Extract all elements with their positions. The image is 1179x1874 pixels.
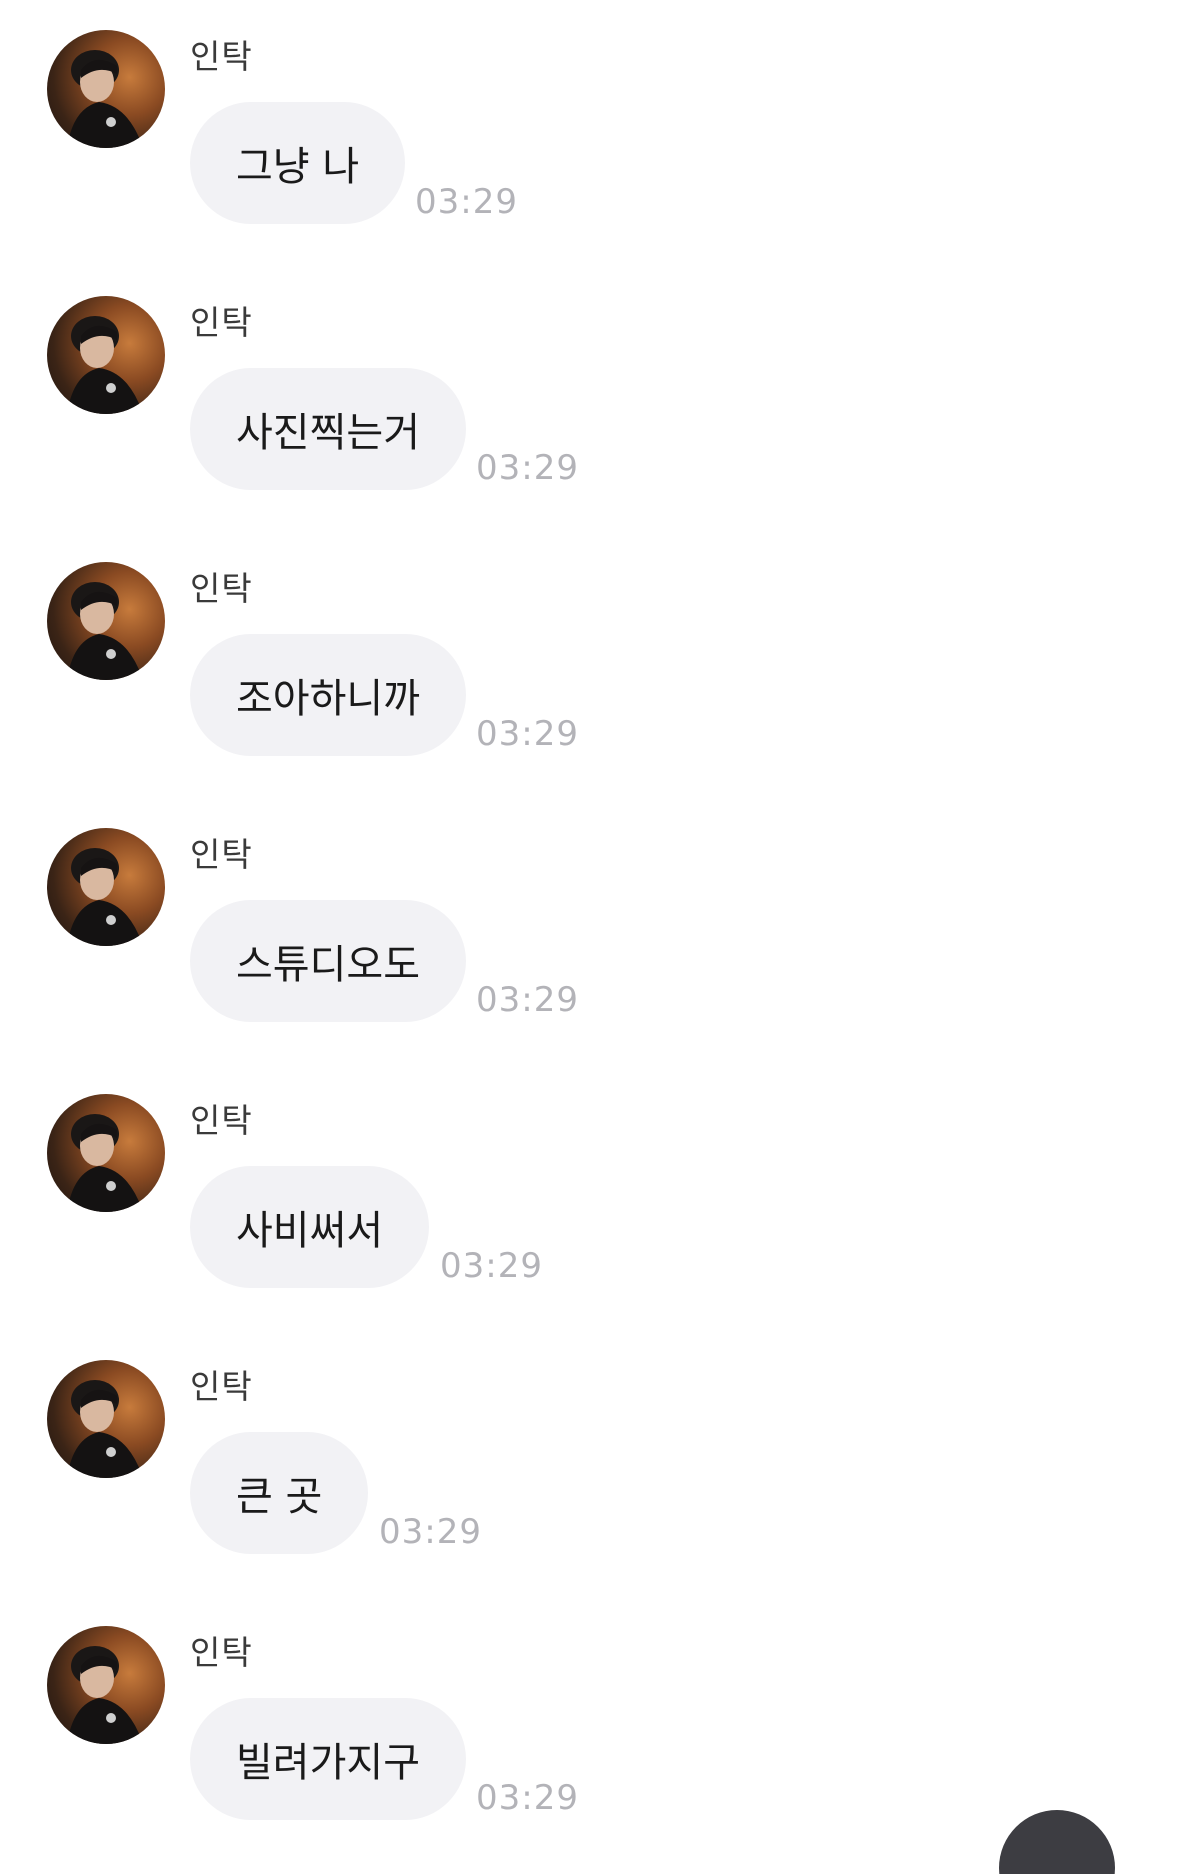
message-time: 03:29 <box>379 1512 482 1552</box>
sender-name: 인탁 <box>190 1633 253 1672</box>
message-time: 03:29 <box>476 714 579 754</box>
avatar[interactable] <box>47 1360 165 1478</box>
message-row: 인탁 사진찍는거 03:29 <box>0 296 1179 506</box>
message-row: 인탁 큰 곳 03:29 <box>0 1360 1179 1570</box>
sender-name: 인탁 <box>190 569 253 608</box>
avatar[interactable] <box>47 562 165 680</box>
message-bubble[interactable]: 조아하니까 <box>190 634 466 756</box>
sender-name: 인탁 <box>190 1367 253 1406</box>
message-bubble[interactable]: 큰 곳 <box>190 1432 369 1554</box>
avatar[interactable] <box>47 828 165 946</box>
message-bubble[interactable]: 빌려가지구 <box>190 1698 466 1820</box>
chat-thread: 인탁 그냥 나 03:29 인탁 사진찍는거 03:29 인탁 조아하니까 03… <box>0 0 1179 1874</box>
message-row: 인탁 사비써서 03:29 <box>0 1094 1179 1304</box>
message-row: 인탁 그냥 나 03:29 <box>0 30 1179 240</box>
sender-name: 인탁 <box>190 303 253 342</box>
avatar[interactable] <box>47 1094 165 1212</box>
message-time: 03:29 <box>440 1246 543 1286</box>
sender-name: 인탁 <box>190 37 253 76</box>
message-row: 인탁 빌려가지구 03:29 <box>0 1626 1179 1836</box>
sender-name: 인탁 <box>190 835 253 874</box>
avatar[interactable] <box>47 296 165 414</box>
message-time: 03:29 <box>476 1778 579 1818</box>
message-time: 03:29 <box>415 182 518 222</box>
message-bubble[interactable]: 그냥 나 <box>190 102 406 224</box>
avatar[interactable] <box>47 30 165 148</box>
sender-name: 인탁 <box>190 1101 253 1140</box>
message-bubble[interactable]: 사진찍는거 <box>190 368 466 490</box>
message-row: 인탁 조아하니까 03:29 <box>0 562 1179 772</box>
message-bubble[interactable]: 사비써서 <box>190 1166 430 1288</box>
message-row: 인탁 스튜디오도 03:29 <box>0 828 1179 1038</box>
message-bubble[interactable]: 스튜디오도 <box>190 900 466 1022</box>
message-time: 03:29 <box>476 448 579 488</box>
avatar[interactable] <box>47 1626 165 1744</box>
message-time: 03:29 <box>476 980 579 1020</box>
